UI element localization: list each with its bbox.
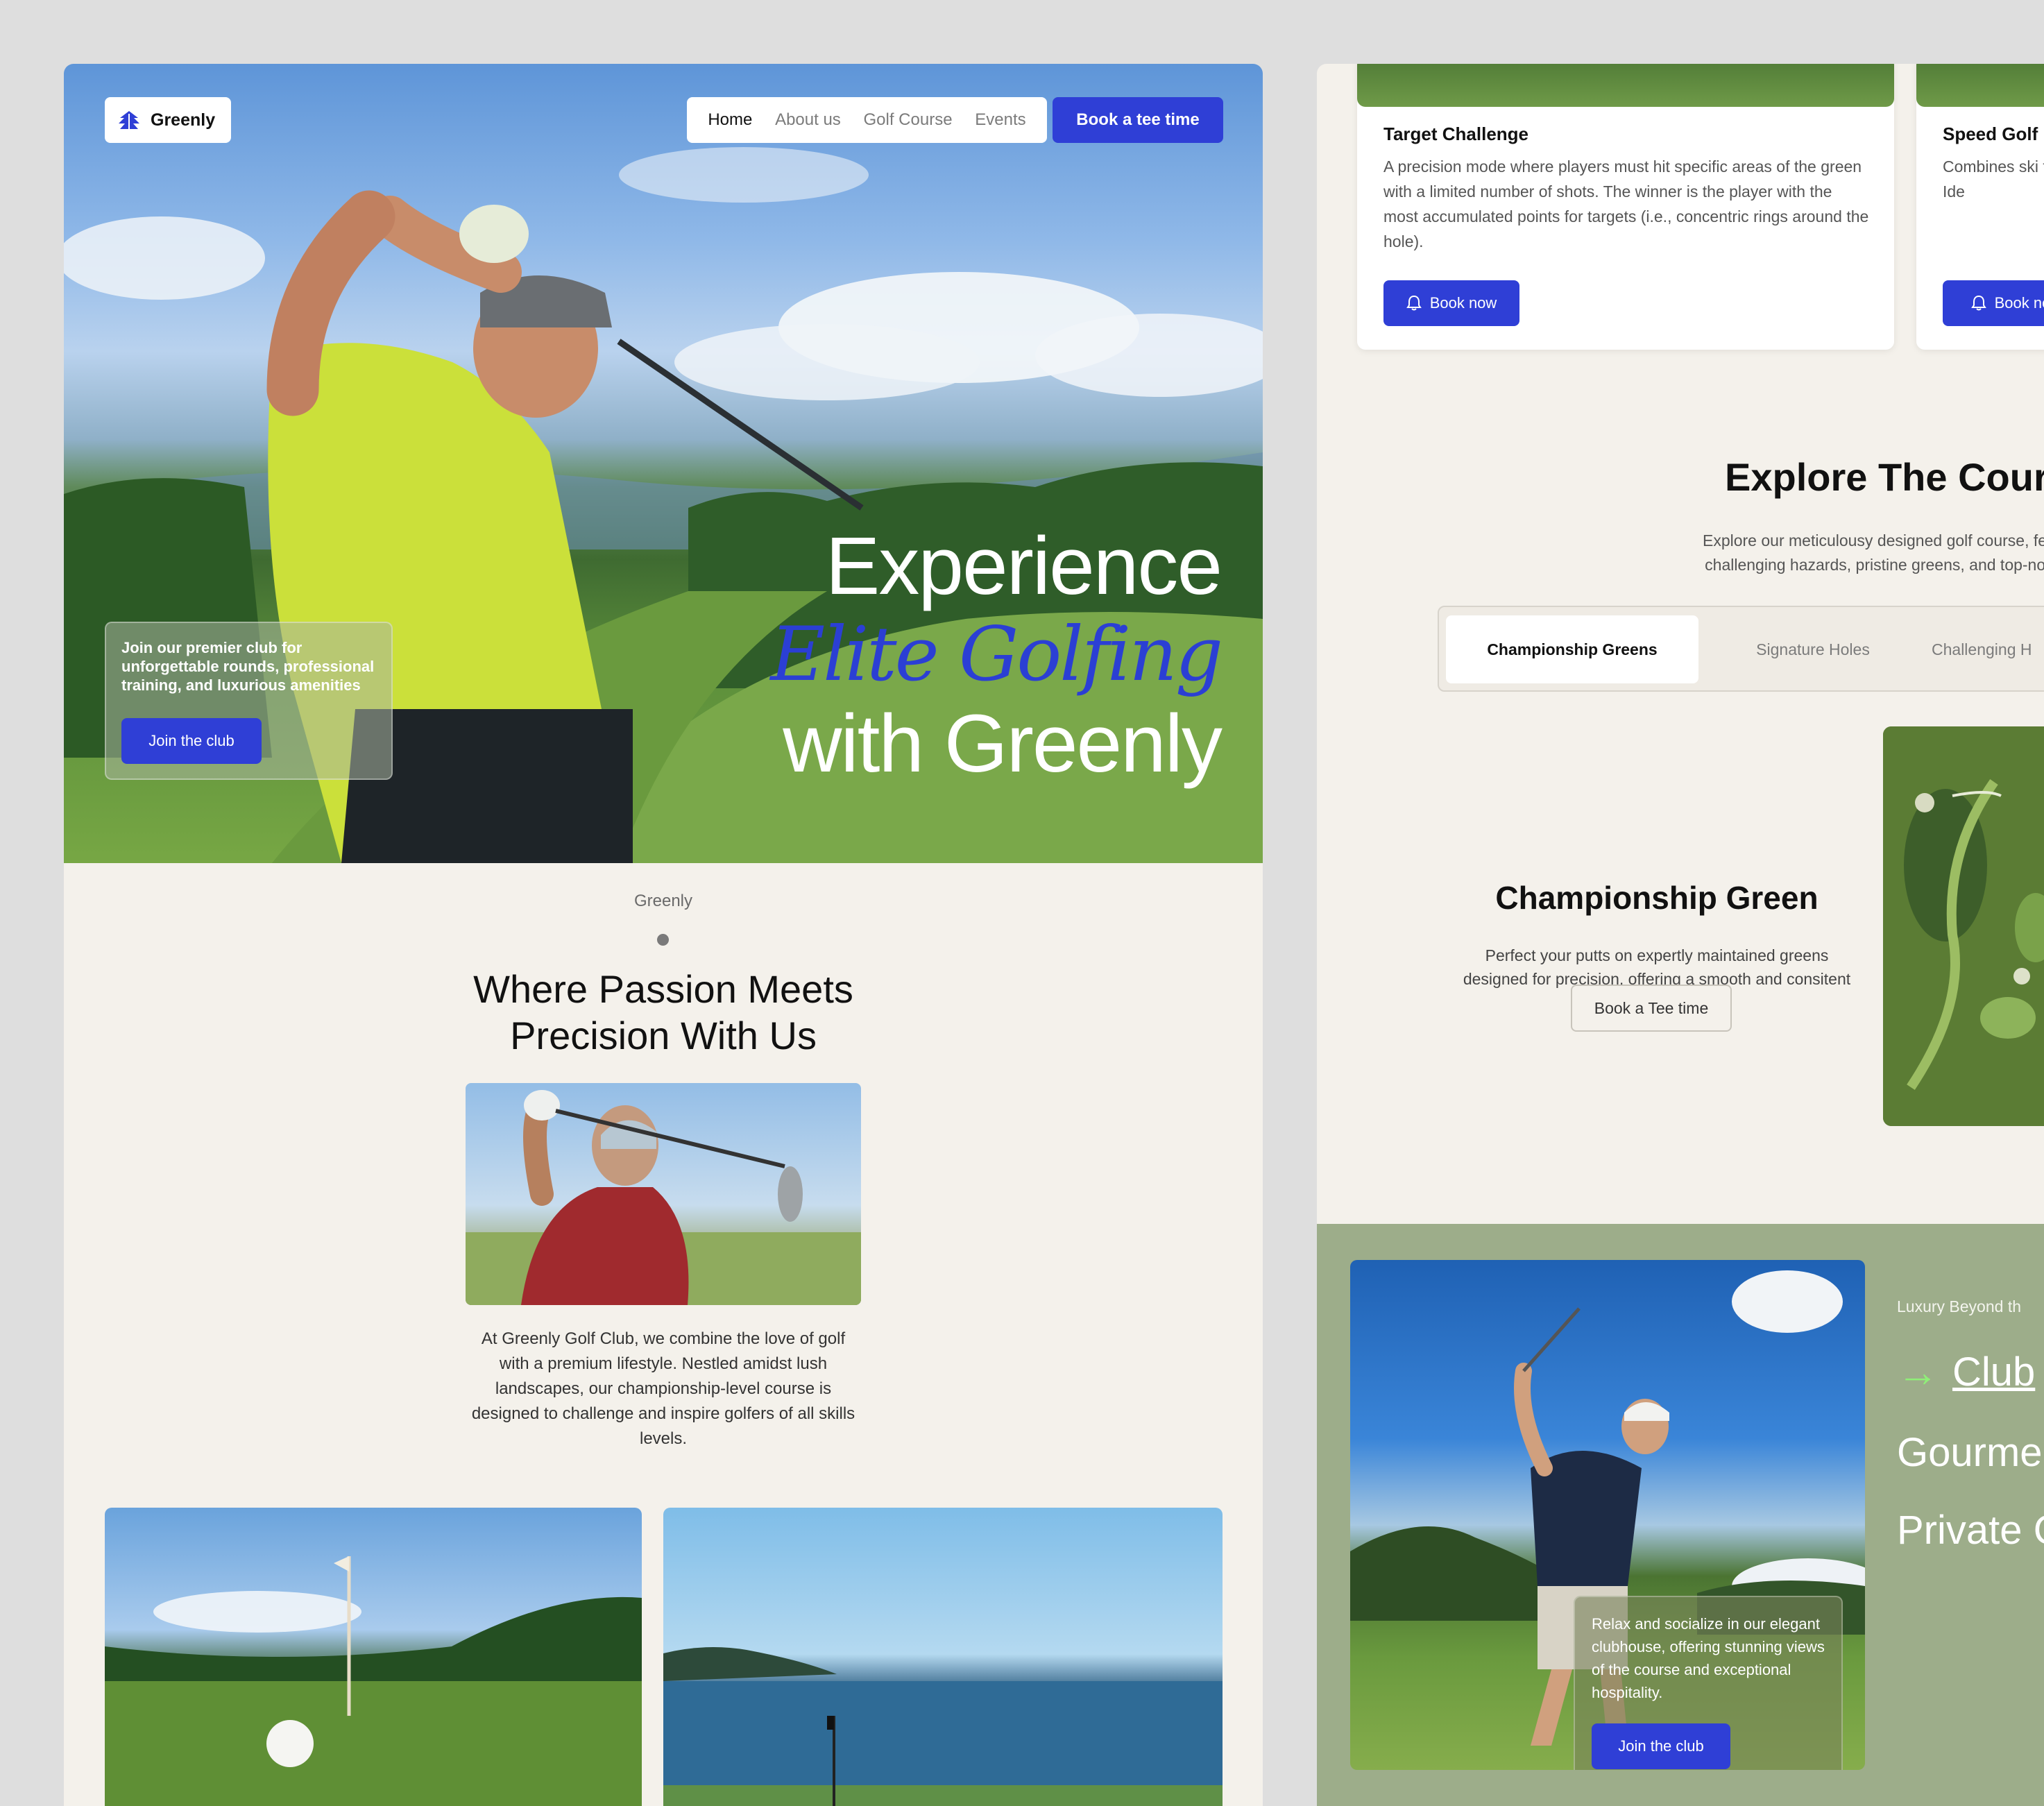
book-now-button[interactable]: Book now <box>1383 280 1519 326</box>
tab-championship-greens[interactable]: Championship Greens <box>1446 615 1698 683</box>
about-title-line1: Where Passion Meets <box>473 967 853 1011</box>
amenities-label: Luxury Beyond th <box>1897 1297 2022 1315</box>
golf-ball-photo <box>105 1508 642 1806</box>
clubhouse-golfer-photo: Relax and socialize in our elegant clubh… <box>1350 1260 1865 1770</box>
hero-heading-line1: Experience <box>825 520 1223 612</box>
book-tee-time-button[interactable]: Book a tee time <box>1053 97 1223 143</box>
clubhouse-section: Relax and socialize in our elegant clubh… <box>1317 1224 2044 1806</box>
golfer-swing-photo <box>466 1083 861 1305</box>
book-now-label: Book no <box>1994 294 2044 312</box>
seaside-green-photo <box>663 1508 1223 1806</box>
tab-signature-holes[interactable]: Signature Holes <box>1705 615 1920 683</box>
about-title: Where Passion Meets Precision With Us <box>64 966 1263 1059</box>
hero-heading-line2: Elite Golfing <box>770 611 1223 698</box>
event-title: Target Challenge <box>1383 123 1529 144</box>
panel-title: Championship Green <box>1495 880 1819 916</box>
bell-icon <box>1406 295 1422 311</box>
nav-item-events[interactable]: Events <box>975 110 1025 130</box>
event-card: Target Challenge A precision mode where … <box>1357 64 1894 350</box>
home-page-panel: Greenly Home About us Golf Course Events… <box>64 64 1263 1806</box>
join-club-card: Join our premier club for unforgettable … <box>105 622 393 780</box>
join-club-button[interactable]: Join the club <box>1592 1723 1730 1769</box>
amenity-label: Club <box>1952 1349 2036 1395</box>
explore-title: Explore The Cour <box>1725 455 2044 499</box>
bell-icon <box>1970 295 1986 311</box>
section-dot <box>657 934 669 946</box>
event-title: Speed Golf <box>1943 123 2038 144</box>
nav-item-golf-course[interactable]: Golf Course <box>863 110 952 130</box>
book-now-label: Book now <box>1429 294 1497 312</box>
book-now-button[interactable]: Book no <box>1943 280 2044 326</box>
arrow-right-icon: → <box>1897 1348 1939 1395</box>
amenity-item[interactable]: Private C <box>1897 1507 2044 1553</box>
nav-item-about-us[interactable]: About us <box>775 110 841 130</box>
join-card-text: Join our premier club for unforgettable … <box>121 639 375 694</box>
clubhouse-card-text: Relax and socialize in our elegant clubh… <box>1592 1615 1825 1701</box>
pine-tree-icon <box>119 111 139 129</box>
event-description: A precision mode where players must hit … <box>1383 157 1869 250</box>
brand-name: Greenly <box>151 110 216 130</box>
tab-challenging-hazards[interactable]: Challenging H <box>1932 615 2044 683</box>
inner-page-panel: Target Challenge A precision mode where … <box>1317 64 2044 1806</box>
book-tee-time-outline-button[interactable]: Book a Tee time <box>1571 985 1732 1032</box>
section-label: Greenly <box>633 892 693 910</box>
main-nav: Home About us Golf Course Events <box>687 97 1047 143</box>
course-aerial-photo <box>1883 726 2044 1126</box>
amenity-item-active[interactable]: → Club <box>1897 1349 2035 1395</box>
event-card-image <box>1916 64 2044 107</box>
clubhouse-card: Relax and socialize in our elegant clubh… <box>1574 1596 1843 1770</box>
about-paragraph: At Greenly Golf Club, we combine the lov… <box>471 1329 855 1448</box>
hero-heading-line3: with Greenly <box>783 698 1223 790</box>
amenity-item[interactable]: Gourme <box>1897 1429 2043 1476</box>
logo[interactable]: Greenly <box>105 97 231 143</box>
nav-item-home[interactable]: Home <box>708 110 752 130</box>
hero-heading: Experience Elite Golfing with Greenly <box>770 520 1223 790</box>
explore-description-line2: challenging hazards, pristine greens, an… <box>1705 556 2044 574</box>
explore-description: Explore our meticulousy designed golf co… <box>1643 529 2044 577</box>
explore-description-line1: Explore our meticulousy designed golf co… <box>1702 531 2044 550</box>
event-card-image <box>1357 64 1894 107</box>
about-title-line2: Precision With Us <box>510 1014 817 1057</box>
join-club-button[interactable]: Join the club <box>121 718 262 764</box>
hero-section: Greenly Home About us Golf Course Events… <box>64 64 1263 863</box>
course-tabs: Championship Greens Signature Holes Chal… <box>1438 606 2044 692</box>
event-card: Speed Golf Combines ski time possible fi… <box>1916 64 2044 350</box>
event-description: Combines ski time possible final time. I… <box>1943 157 2044 201</box>
